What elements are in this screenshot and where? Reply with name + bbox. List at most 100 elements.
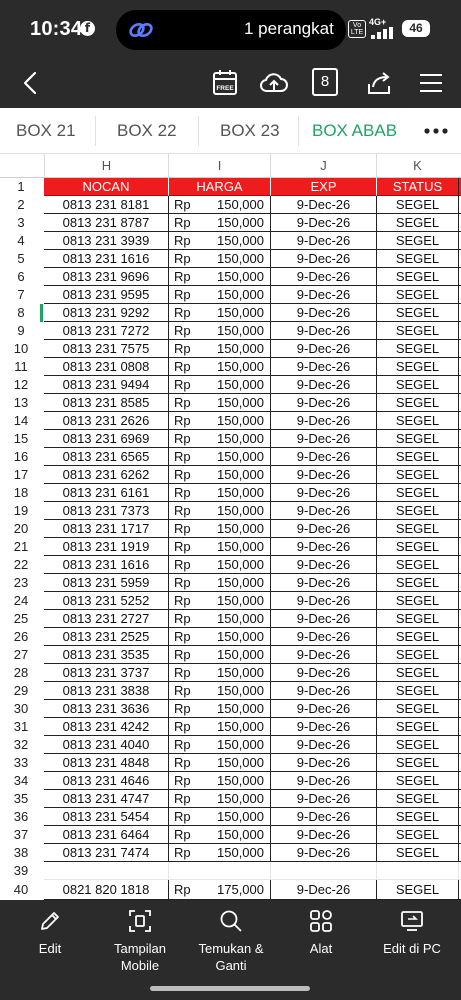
row-number[interactable]: 16 [0, 448, 42, 466]
cell-harga[interactable]: Rp 150,000 [168, 718, 270, 736]
cell-nocan[interactable]: 0813 231 7474 [44, 844, 168, 862]
cell-status[interactable]: SEGEL [376, 340, 458, 358]
cell-exp[interactable]: 9-Dec-26 [270, 700, 376, 718]
cell-nocan[interactable]: 0813 231 3636 [44, 700, 168, 718]
row-number[interactable]: 4 [0, 232, 42, 250]
cell-harga[interactable]: Rp 150,000 [168, 250, 270, 268]
cell-status[interactable]: SEGEL [376, 232, 458, 250]
cell-status[interactable]: SEGEL [376, 286, 458, 304]
find-replace-button[interactable]: Temukan & Ganti [192, 908, 270, 974]
cell-harga[interactable]: Rp 150,000 [168, 772, 270, 790]
cell-status[interactable]: SEGEL [376, 250, 458, 268]
cell-exp[interactable]: 9-Dec-26 [270, 232, 376, 250]
cell-harga[interactable]: Rp 150,000 [168, 808, 270, 826]
cell-nocan[interactable]: 0813 231 6969 [44, 430, 168, 448]
cell-status[interactable]: SEGEL [376, 772, 458, 790]
cell-nocan[interactable]: 0813 231 6464 [44, 826, 168, 844]
header-cell-status[interactable]: STATUS [376, 178, 458, 196]
row-number[interactable]: 29 [0, 682, 42, 700]
cell-exp[interactable]: 9-Dec-26 [270, 664, 376, 682]
cell-exp[interactable]: 9-Dec-26 [270, 826, 376, 844]
row-number[interactable]: 9 [0, 322, 42, 340]
cell-harga[interactable]: Rp 150,000 [168, 844, 270, 862]
cell-nocan[interactable]: 0813 231 7272 [44, 322, 168, 340]
row-number[interactable]: 1 [0, 178, 42, 196]
cell-nocan[interactable]: 0813 231 7373 [44, 502, 168, 520]
cell-status[interactable]: SEGEL [376, 736, 458, 754]
cell-exp[interactable]: 9-Dec-26 [270, 268, 376, 286]
row-number[interactable]: 15 [0, 430, 42, 448]
tab-box-23[interactable]: BOX 23 [220, 108, 280, 154]
cell-harga[interactable]: Rp 150,000 [168, 538, 270, 556]
cell-harga[interactable]: Rp 150,000 [168, 700, 270, 718]
cell-exp[interactable]: 9-Dec-26 [270, 322, 376, 340]
cell-status[interactable]: SEGEL [376, 268, 458, 286]
cell-harga[interactable]: Rp 150,000 [168, 268, 270, 286]
cell-nocan[interactable]: 0813 231 3939 [44, 232, 168, 250]
cell-exp[interactable]: 9-Dec-26 [270, 304, 376, 322]
cell-harga[interactable]: Rp 150,000 [168, 196, 270, 214]
cell-status[interactable]: SEGEL [376, 376, 458, 394]
cell-exp[interactable]: 9-Dec-26 [270, 646, 376, 664]
row-number[interactable]: 37 [0, 826, 42, 844]
cell-status[interactable]: SEGEL [376, 502, 458, 520]
menu-icon[interactable] [416, 68, 446, 98]
cell-harga[interactable]: Rp 175,000 [168, 880, 270, 900]
cell-status[interactable]: SEGEL [376, 448, 458, 466]
cell-status[interactable]: SEGEL [376, 538, 458, 556]
row-number[interactable]: 34 [0, 772, 42, 790]
tab-box-abab[interactable]: BOX ABAB [312, 108, 397, 154]
cell-exp[interactable]: 9-Dec-26 [270, 754, 376, 772]
header-cell-exp[interactable]: EXP [270, 178, 376, 196]
cell-exp[interactable]: 9-Dec-26 [270, 628, 376, 646]
row-number[interactable]: 10 [0, 340, 42, 358]
cell-exp[interactable]: 9-Dec-26 [270, 538, 376, 556]
cell-status[interactable]: SEGEL [376, 394, 458, 412]
tools-button[interactable]: Alat [301, 908, 341, 957]
cell-harga[interactable]: Rp 150,000 [168, 394, 270, 412]
row-number[interactable]: 26 [0, 628, 42, 646]
cell-nocan[interactable]: 0813 231 1616 [44, 556, 168, 574]
column-header-j[interactable]: J [270, 154, 376, 178]
row-number[interactable]: 17 [0, 466, 42, 484]
cell-status[interactable]: SEGEL [376, 196, 458, 214]
cell-nocan[interactable]: 0813 231 4848 [44, 754, 168, 772]
calendar-free-icon[interactable]: FREE [210, 68, 240, 98]
row-number[interactable]: 31 [0, 718, 42, 736]
row-number[interactable]: 6 [0, 268, 42, 286]
cell-harga[interactable]: Rp 150,000 [168, 754, 270, 772]
cell-status[interactable]: SEGEL [376, 844, 458, 862]
cell-harga[interactable]: Rp 150,000 [168, 214, 270, 232]
cell-harga[interactable]: Rp 150,000 [168, 556, 270, 574]
cell-nocan[interactable]: 0813 231 4747 [44, 790, 168, 808]
edit-button[interactable]: Edit [30, 908, 70, 957]
cell-status[interactable]: SEGEL [376, 826, 458, 844]
cell-harga[interactable]: Rp 150,000 [168, 430, 270, 448]
cell-exp[interactable]: 9-Dec-26 [270, 466, 376, 484]
cell-status[interactable]: SEGEL [376, 430, 458, 448]
cell-status[interactable]: SEGEL [376, 304, 458, 322]
cell-exp[interactable]: 9-Dec-26 [270, 844, 376, 862]
row-number[interactable]: 25 [0, 610, 42, 628]
row-number[interactable]: 20 [0, 520, 42, 538]
cell-status[interactable]: SEGEL [376, 556, 458, 574]
cell-harga[interactable]: Rp 150,000 [168, 628, 270, 646]
cell-exp[interactable]: 9-Dec-26 [270, 610, 376, 628]
cell-harga[interactable]: Rp 150,000 [168, 682, 270, 700]
cell-status[interactable]: SEGEL [376, 574, 458, 592]
cell-exp[interactable]: 9-Dec-26 [270, 790, 376, 808]
cell-harga[interactable]: Rp 150,000 [168, 502, 270, 520]
edit-on-pc-button[interactable]: Edit di PC [378, 908, 446, 957]
home-indicator[interactable] [150, 986, 310, 991]
cell-status[interactable]: SEGEL [376, 214, 458, 232]
cell-nocan[interactable]: 0821 820 1818 [44, 880, 168, 900]
cell-harga[interactable]: Rp 150,000 [168, 664, 270, 682]
cell-nocan[interactable]: 0813 231 3838 [44, 682, 168, 700]
cell-harga[interactable]: Rp 150,000 [168, 736, 270, 754]
cell-harga[interactable]: Rp 150,000 [168, 790, 270, 808]
cell-exp[interactable]: 9-Dec-26 [270, 592, 376, 610]
cell-exp[interactable]: 9-Dec-26 [270, 880, 376, 900]
cell-status[interactable]: SEGEL [376, 664, 458, 682]
row-number[interactable]: 28 [0, 664, 42, 682]
row-number[interactable]: 5 [0, 250, 42, 268]
